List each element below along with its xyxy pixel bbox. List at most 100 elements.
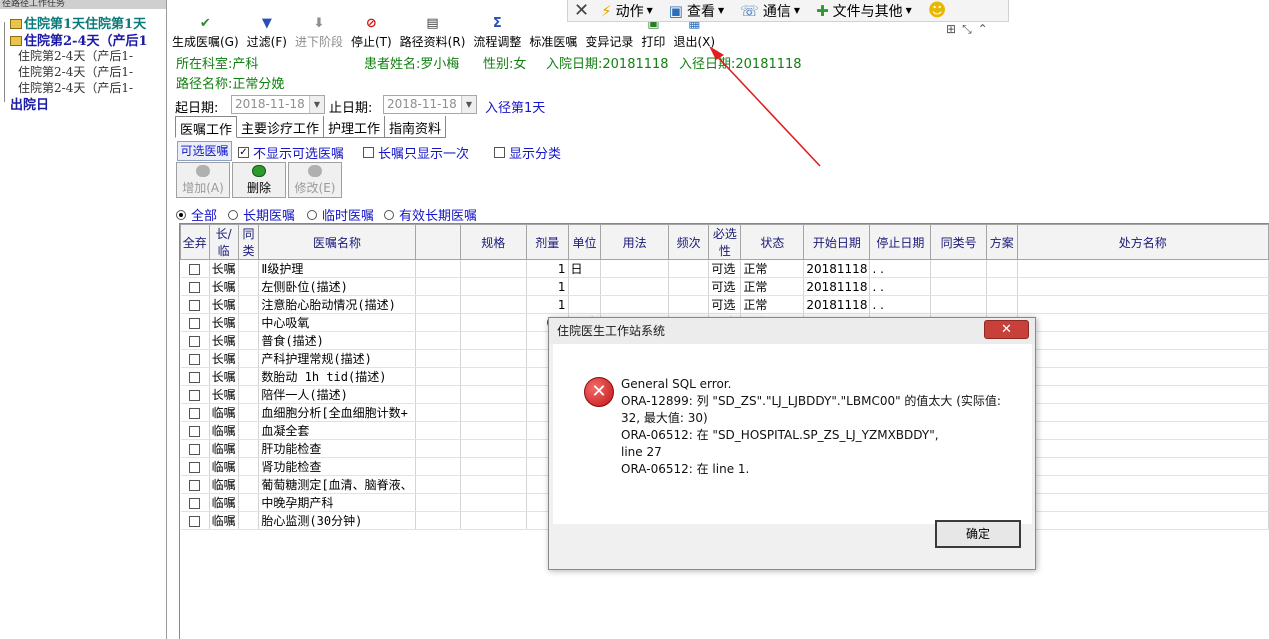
grid-header-cell[interactable]: 全弃 — [180, 224, 210, 260]
cell — [1017, 403, 1269, 422]
delete-button[interactable]: 删除 — [232, 162, 286, 198]
dialog-close-button[interactable]: ✕ — [984, 320, 1029, 339]
smiley-button[interactable]: ☻ — [928, 0, 947, 21]
cell-req: 可选 — [708, 277, 742, 296]
tree-subnode[interactable]: 住院第2-4天（产后1- — [18, 47, 133, 64]
arrow-down-icon: ⬇ — [313, 15, 325, 31]
table-row[interactable]: 长嘱 Ⅱ级护理 1 日 可选 正常 20181118. . — [180, 259, 1269, 278]
puzzle-icon: ✚ — [816, 1, 829, 20]
grid-header-cell[interactable]: 单位 — [567, 224, 602, 260]
discard-checkbox[interactable] — [189, 443, 201, 455]
stop-button[interactable]: ⊘ 停止(T) — [347, 10, 396, 50]
cell — [415, 439, 461, 458]
tab-diagnosis-work[interactable]: 主要诊疗工作 — [237, 116, 325, 137]
cell-type: 长嘱 — [209, 277, 239, 296]
cell — [1017, 511, 1269, 530]
tree-node-discharge[interactable]: 出院日 — [10, 94, 49, 113]
grid-header-cell[interactable]: 长/临 — [208, 224, 239, 260]
cell — [930, 259, 988, 278]
cell-start: 20181118 — [803, 277, 871, 296]
radio-temporary[interactable]: 临时医嘱 — [307, 205, 374, 224]
discard-checkbox[interactable] — [189, 461, 201, 473]
start-date-picker[interactable]: 2018-11-18 ▼ — [231, 95, 325, 114]
cell-type: 临嘱 — [209, 475, 239, 494]
end-date-picker[interactable]: 2018-11-18 ▼ — [383, 95, 477, 114]
communication-menu[interactable]: ☏ 通信 ▼ — [740, 1, 800, 21]
folder-icon — [10, 19, 22, 29]
discard-checkbox[interactable] — [189, 317, 201, 329]
cell — [238, 277, 260, 296]
tab-orders-work[interactable]: 医嘱工作 — [175, 116, 238, 138]
hide-optional-checkbox[interactable]: ✓ 不显示可选医嘱 — [238, 143, 344, 162]
grid-header-cell[interactable]: 医嘱名称 — [258, 224, 416, 260]
next-stage-button[interactable]: ⬇ 进下阶段 — [291, 10, 347, 50]
cell — [460, 439, 528, 458]
grid-header-cell[interactable]: 同类 — [237, 224, 260, 260]
expand-icon[interactable]: ⤡ — [962, 22, 972, 37]
grid-header-cell[interactable]: 状态 — [740, 224, 805, 260]
cell — [180, 421, 210, 440]
discard-checkbox[interactable] — [189, 353, 201, 365]
cell-start: 20181118 — [803, 259, 871, 278]
grid-header-cell[interactable]: 处方名称 — [1016, 224, 1269, 260]
tab-nursing-work[interactable]: 护理工作 — [324, 116, 386, 137]
view-menu[interactable]: ▣ 查看 ▼ — [669, 1, 724, 21]
grid-header-cell[interactable]: 频次 — [667, 224, 710, 260]
close-icon: ✕ — [1001, 322, 1012, 337]
cell-status: 正常 — [740, 259, 805, 278]
edit-button[interactable]: 修改(E) — [288, 162, 342, 198]
discard-checkbox[interactable] — [189, 389, 201, 401]
tab-guide-info[interactable]: 指南资料 — [385, 116, 447, 137]
discard-checkbox[interactable] — [189, 335, 201, 347]
discard-checkbox[interactable] — [189, 407, 201, 419]
collapse-icon[interactable]: ⌃ — [978, 22, 988, 37]
grid-header-cell[interactable]: 方案 — [986, 224, 1018, 260]
radio-active-long-term[interactable]: 有效长期医嘱 — [384, 205, 477, 224]
discard-checkbox[interactable] — [189, 479, 201, 491]
overlay-close-button[interactable]: ✕ — [574, 0, 589, 21]
tree-subnode[interactable]: 住院第2-4天（产后1- — [18, 63, 133, 80]
cell — [415, 457, 461, 476]
grid-header-cell[interactable]: 用法 — [600, 224, 669, 260]
show-category-checkbox[interactable]: 显示分类 — [494, 143, 561, 162]
discard-checkbox[interactable] — [189, 425, 201, 437]
grid-header-cell[interactable]: 停止日期 — [869, 224, 932, 260]
optional-orders-chip[interactable]: 可选医嘱 — [177, 141, 232, 161]
grid-header-cell[interactable]: 规格 — [459, 224, 528, 260]
cell — [415, 511, 461, 530]
grid-header-cell[interactable]: 必选性 — [708, 224, 742, 260]
cell — [460, 367, 528, 386]
grid-header-cell[interactable]: 剂量 — [526, 224, 569, 260]
discard-checkbox[interactable] — [189, 263, 201, 275]
discard-checkbox[interactable] — [189, 371, 201, 383]
path-info-button[interactable]: ▤ 路径资料(R) — [396, 10, 470, 50]
flow-adjust-button[interactable]: Σ 流程调整 — [469, 10, 525, 50]
discard-checkbox[interactable] — [189, 515, 201, 527]
action-menu[interactable]: ⚡ 动作 ▼ — [601, 1, 653, 21]
table-row[interactable]: 长嘱 左侧卧位(描述) 1 可选 正常 20181118. . — [180, 277, 1269, 296]
cell-type: 长嘱 — [209, 295, 239, 314]
cell — [460, 313, 528, 332]
discard-checkbox[interactable] — [189, 281, 201, 293]
radio-long-term[interactable]: 长期医嘱 — [228, 205, 295, 224]
cell — [460, 259, 528, 278]
discard-checkbox[interactable] — [189, 299, 201, 311]
table-row[interactable]: 长嘱 注意胎心胎动情况(描述) 1 可选 正常 20181118. . — [180, 295, 1269, 314]
filter-button[interactable]: ▼ 过滤(F) — [243, 10, 291, 50]
discard-checkbox[interactable] — [189, 497, 201, 509]
files-other-menu[interactable]: ✚ 文件与其他 ▼ — [816, 1, 912, 21]
cell-freq — [668, 259, 710, 278]
grid-header-cell[interactable]: 同类号 — [930, 224, 988, 260]
cell — [986, 259, 1018, 278]
cell — [415, 421, 461, 440]
ok-button[interactable]: 确定 — [935, 520, 1021, 548]
radio-all[interactable]: 全部 — [176, 205, 217, 224]
cell — [460, 331, 528, 350]
generate-orders-button[interactable]: ✔ 生成医嘱(G) — [168, 10, 243, 50]
grid-header-cell[interactable] — [414, 224, 461, 260]
grid-icon[interactable]: ⊞ — [946, 22, 956, 37]
cell — [986, 295, 1018, 314]
long-once-checkbox[interactable]: 长嘱只显示一次 — [363, 143, 469, 162]
grid-header-cell[interactable]: 开始日期 — [803, 224, 871, 260]
add-button[interactable]: 增加(A) — [176, 162, 230, 198]
